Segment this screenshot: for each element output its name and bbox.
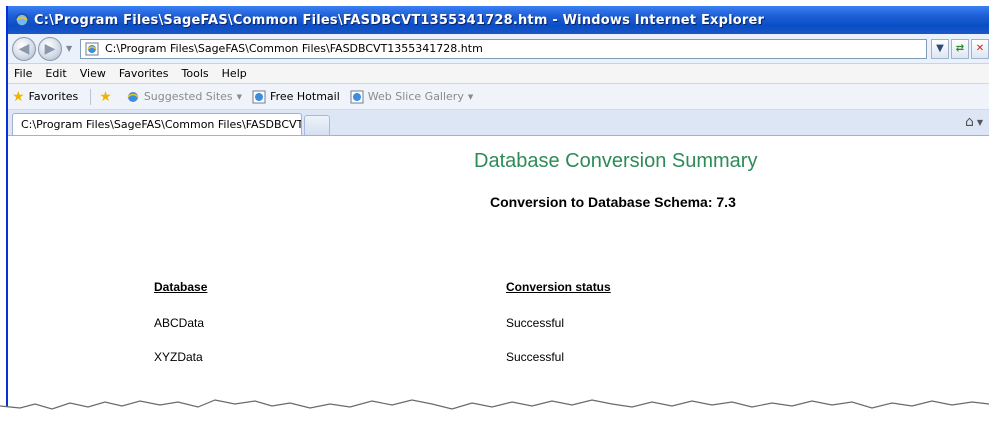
star-icon: ★ [12, 88, 25, 105]
home-icon[interactable]: ⌂ ▼ [965, 114, 983, 130]
page-content: Database Conversion Summary Conversion t… [8, 136, 989, 396]
menu-file[interactable]: File [14, 67, 32, 80]
fav-free-hotmail[interactable]: Free Hotmail [252, 90, 340, 104]
divider [90, 88, 92, 105]
menu-view[interactable]: View [80, 67, 106, 80]
favorites-bar: ★ Favorites ★ Suggested Sites ▼ Free Hot… [8, 84, 989, 110]
page-icon [252, 90, 266, 103]
fav-suggested-sites[interactable]: Suggested Sites ▼ [126, 90, 242, 104]
add-favorite-icon: ★ [99, 88, 112, 105]
refresh-icon[interactable]: ⇄ [951, 38, 969, 59]
chevron-down-icon: ▼ [467, 92, 474, 101]
table-cell-status: Successful [506, 350, 565, 364]
fav-web-slice-gallery[interactable]: Web Slice Gallery ▼ [350, 90, 473, 104]
ie-icon [127, 91, 139, 102]
table-cell-status: Successful [506, 316, 565, 330]
window-title: C:\Program Files\SageFAS\Common Files\FA… [34, 12, 765, 28]
torn-edge [0, 399, 989, 426]
menu-edit[interactable]: Edit [45, 67, 66, 80]
ie-window: C:\Program Files\SageFAS\Common Files\FA… [6, 6, 989, 426]
title-bar[interactable]: C:\Program Files\SageFAS\Common Files\FA… [8, 6, 989, 34]
menu-favorites[interactable]: Favorites [119, 67, 169, 80]
forward-icon[interactable]: ▶ [38, 36, 62, 61]
column-header-status: Conversion status [506, 280, 611, 294]
tab-label: C:\Program Files\SageFAS\Common Files\FA… [21, 118, 302, 131]
new-tab-button[interactable] [304, 115, 330, 135]
address-dropdown-icon[interactable]: ▼ [931, 38, 949, 59]
table-cell-database: ABCData [154, 316, 205, 330]
column-header-database: Database [154, 280, 208, 294]
stop-icon[interactable]: ✕ [971, 38, 989, 59]
page-subtitle: Conversion to Database Schema: 7.3 [490, 194, 736, 210]
menu-help[interactable]: Help [222, 67, 247, 80]
tab-bar: C:\Program Files\SageFAS\Common Files\FA… [8, 110, 989, 136]
favorites-button[interactable]: ★ Favorites [12, 89, 78, 105]
back-icon[interactable]: ◀ [12, 36, 36, 61]
history-dropdown-icon[interactable]: ▼ [66, 44, 76, 53]
favorites-label: Favorites [28, 90, 79, 103]
address-bar[interactable]: C:\Program Files\SageFAS\Common Files\FA… [80, 38, 927, 59]
fav-suggested-label: Suggested Sites [143, 90, 233, 103]
menu-tools[interactable]: Tools [182, 67, 209, 80]
fav-hotmail-label: Free Hotmail [270, 90, 340, 103]
address-url: C:\Program Files\SageFAS\Common Files\FA… [105, 42, 483, 55]
page-icon [350, 90, 364, 103]
fav-webslice-label: Web Slice Gallery [367, 90, 464, 103]
menu-bar: File Edit View Favorites Tools Help [8, 64, 989, 84]
chevron-down-icon: ▼ [236, 92, 243, 101]
ie-icon [15, 13, 29, 27]
table-cell-database: XYZData [154, 350, 203, 364]
add-favorite-button[interactable]: ★ [99, 89, 116, 105]
page-icon [85, 42, 99, 56]
address-row: ◀ ▶ ▼ C:\Program Files\SageFAS\Common Fi… [8, 34, 989, 64]
tab-active[interactable]: C:\Program Files\SageFAS\Common Files\FA… [12, 113, 302, 135]
page-title: Database Conversion Summary [474, 150, 758, 172]
